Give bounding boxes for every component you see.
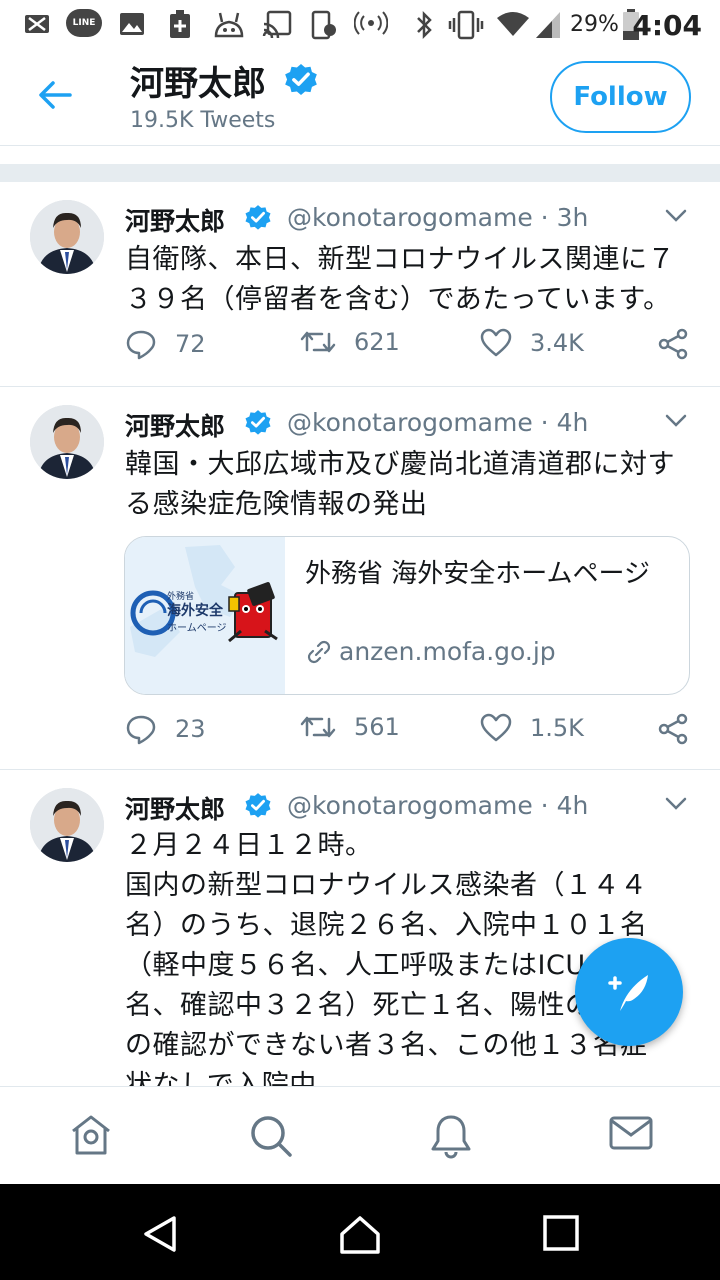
- status-bar: LINE 29% 4:04: [0, 0, 720, 50]
- missed-message-icon: [25, 15, 49, 33]
- like-button[interactable]: 3.4K: [480, 328, 584, 358]
- home-nav-icon[interactable]: [338, 1214, 382, 1254]
- heart-icon: [480, 713, 512, 742]
- chevron-down-icon[interactable]: [664, 796, 688, 812]
- tweet-count: 19.5K Tweets: [130, 108, 276, 133]
- back-triangle-icon[interactable]: [140, 1214, 180, 1254]
- heart-icon: [480, 328, 512, 357]
- link-card-domain: anzen.mofa.go.jp: [339, 637, 556, 666]
- reply-icon: [126, 715, 156, 745]
- system-navigation-bar: [0, 1184, 720, 1280]
- bottom-tab-bar: [0, 1086, 720, 1184]
- messages-envelope-icon[interactable]: [608, 1113, 654, 1153]
- tweet[interactable]: 河野太郎 @konotarogomame · 3h 自衛隊、本日、新型コロナウイ…: [0, 182, 720, 387]
- cast-icon: [262, 10, 292, 38]
- tweet-text-line: 国内の新型コロナウイルス感染者（１４４: [125, 870, 648, 901]
- link-preview-card[interactable]: 外務省 海外安全 ホームページ 外務省 海外安全ホームページ anzen.mof…: [124, 536, 690, 695]
- wifi-icon: [497, 12, 529, 36]
- section-divider: [0, 164, 720, 182]
- tweet-author-name[interactable]: 河野太郎: [125, 202, 225, 238]
- search-icon[interactable]: [248, 1113, 294, 1159]
- reply-count: 23: [175, 715, 206, 743]
- bluetooth-icon: [417, 10, 432, 40]
- link-icon: [307, 640, 331, 663]
- gallery-icon: [120, 13, 144, 35]
- tweet-handle-time: @konotarogomame · 3h: [287, 203, 589, 232]
- battery-percent: 29%: [570, 12, 619, 37]
- reply-button[interactable]: 72: [125, 328, 206, 360]
- chevron-down-icon[interactable]: [664, 208, 688, 224]
- card-image-text-3: ホームページ: [167, 622, 227, 634]
- tweet-handle-time: @konotarogomame · 4h: [287, 408, 589, 437]
- retweet-button[interactable]: 621: [300, 328, 400, 356]
- tweet-text-line: 状なしで入院中。: [125, 1070, 345, 1086]
- avatar[interactable]: [30, 200, 104, 274]
- compose-tweet-button[interactable]: [575, 938, 683, 1046]
- phone-settings-icon: [311, 10, 336, 40]
- tweet-text-line: ２月２４日１２時。: [125, 830, 373, 861]
- reply-icon: [126, 330, 156, 360]
- verified-badge-icon: [245, 205, 271, 230]
- reply-button[interactable]: 23: [125, 713, 206, 745]
- nfc-icon: [354, 11, 388, 35]
- share-button[interactable]: [657, 713, 689, 745]
- like-count: 3.4K: [530, 329, 584, 357]
- retweet-count: 621: [354, 328, 400, 356]
- link-card-thumbnail: 外務省 海外安全 ホームページ: [125, 537, 285, 694]
- tweet-actions: 72 621 3.4K: [0, 328, 720, 368]
- share-button[interactable]: [657, 328, 689, 360]
- like-count: 1.5K: [530, 714, 584, 742]
- home-icon[interactable]: [68, 1113, 114, 1157]
- retweet-button[interactable]: 561: [300, 713, 400, 741]
- share-icon: [658, 713, 688, 745]
- profile-name: 河野太郎: [130, 64, 266, 104]
- follow-button[interactable]: Follow: [550, 61, 691, 133]
- notifications-bell-icon[interactable]: [428, 1113, 474, 1159]
- link-card-title: 外務省 海外安全ホームページ: [305, 559, 650, 589]
- card-image-text-2: 海外安全: [167, 602, 224, 619]
- tweet-text: 自衛隊、本日、新型コロナウイルス関連に７３９名（停留者を含む）であたっています。: [125, 244, 675, 315]
- chevron-down-icon[interactable]: [664, 413, 688, 429]
- compose-feather-icon: [608, 975, 648, 1011]
- link-card-url[interactable]: anzen.mofa.go.jp: [305, 637, 556, 666]
- avatar[interactable]: [30, 788, 104, 862]
- tweet-actions: 23 561 1.5K: [0, 713, 720, 753]
- card-image-text-1: 外務省: [167, 590, 194, 602]
- verified-badge-icon: [245, 410, 271, 435]
- clock: 4:04: [632, 9, 702, 42]
- app-notification-icon: [214, 12, 244, 38]
- retweet-icon: [300, 331, 336, 353]
- reply-count: 72: [175, 330, 206, 358]
- tweet-text: 韓国・大邱広域市及び慶尚北道清道郡に対する感染症危険情報の発出: [125, 449, 675, 520]
- retweet-count: 561: [354, 713, 400, 741]
- profile-header: 河野太郎 19.5K Tweets Follow: [0, 50, 720, 146]
- medical-icon: [170, 10, 190, 38]
- signal-icon: [536, 12, 560, 38]
- retweet-icon: [300, 716, 336, 738]
- back-arrow-icon[interactable]: [38, 80, 72, 110]
- vibrate-icon: [448, 10, 484, 40]
- avatar[interactable]: [30, 405, 104, 479]
- tweet-author-name[interactable]: 河野太郎: [125, 407, 225, 443]
- tweet-handle-time: @konotarogomame · 4h: [287, 791, 589, 820]
- share-icon: [658, 328, 688, 360]
- verified-badge-icon: [285, 63, 317, 95]
- tweet-author-name[interactable]: 河野太郎: [125, 790, 225, 826]
- like-button[interactable]: 1.5K: [480, 713, 584, 743]
- verified-badge-icon: [245, 793, 271, 818]
- tweet-text-line: 名）のうち、退院２６名、入院中１０１名: [125, 910, 648, 941]
- line-app-icon: LINE: [66, 9, 102, 37]
- recents-square-icon[interactable]: [542, 1214, 580, 1252]
